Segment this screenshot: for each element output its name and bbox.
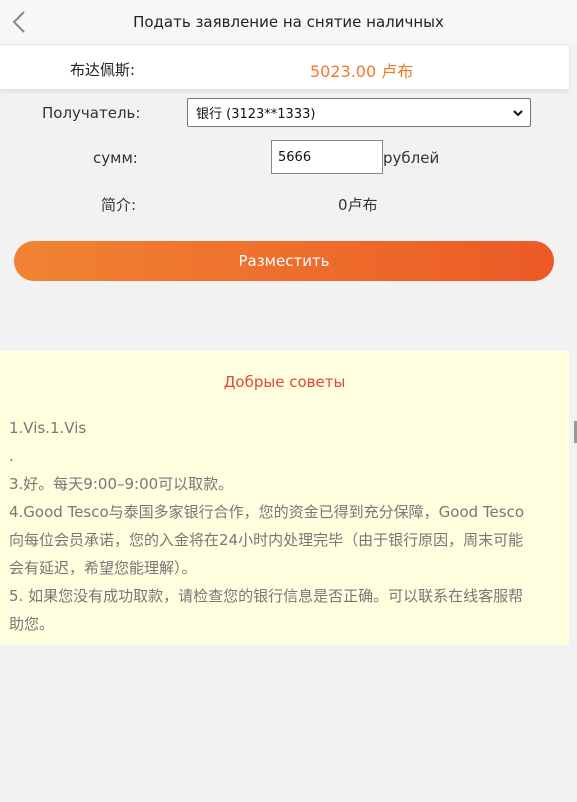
back-button[interactable] xyxy=(8,8,30,36)
tip-line: 4.Good Tesco与泰国多家银行合作，您的资金已得到充分保障，Good T… xyxy=(9,503,525,521)
submit-button[interactable]: Разместить xyxy=(14,241,554,281)
tip-line: 3.好。每天9:00–9:00可以取款。 xyxy=(9,475,234,493)
balance-label: 布达佩斯: xyxy=(70,61,136,79)
amount-label: сумм: xyxy=(93,149,138,167)
amount-unit: рублей xyxy=(383,149,440,167)
tips-panel: Добрые советы 1.Vis.1.Vis . 3.好。每天9:00–9… xyxy=(0,351,569,645)
tip-line: 向每位会员承诺，您的入金将在24小时内处理完毕（由于银行原因，周末可能 xyxy=(9,531,524,549)
fee-label: 简介: xyxy=(101,196,137,214)
tip-line: . xyxy=(9,447,14,465)
header-bar: Подать заявление на снятие наличных xyxy=(0,0,577,44)
page-title: Подать заявление на снятие наличных xyxy=(133,13,444,31)
recipient-selected-value: 银行 (3123**1333) xyxy=(196,107,316,122)
chevron-left-icon xyxy=(12,11,25,33)
balance-value: 5023.00 卢布 xyxy=(310,62,414,81)
tip-line: 助您。 xyxy=(9,615,55,633)
tip-line: 1.Vis.1.Vis xyxy=(9,419,87,437)
fee-value: 0卢布 xyxy=(338,196,378,214)
chevron-down-icon xyxy=(513,110,523,117)
amount-input[interactable] xyxy=(271,140,383,174)
tip-line: 5. 如果您没有成功取款，请检查您的银行信息是否正确。可以联系在线客服帮 xyxy=(9,587,524,605)
recipient-select[interactable]: 银行 (3123**1333) xyxy=(187,98,531,127)
tip-line: 会有延迟，希望您能理解）。 xyxy=(9,559,197,577)
balance-row: 布达佩斯: 5023.00 卢布 xyxy=(0,44,569,90)
recipient-label: Получатель: xyxy=(42,104,141,122)
tips-title: Добрые советы xyxy=(223,373,346,391)
